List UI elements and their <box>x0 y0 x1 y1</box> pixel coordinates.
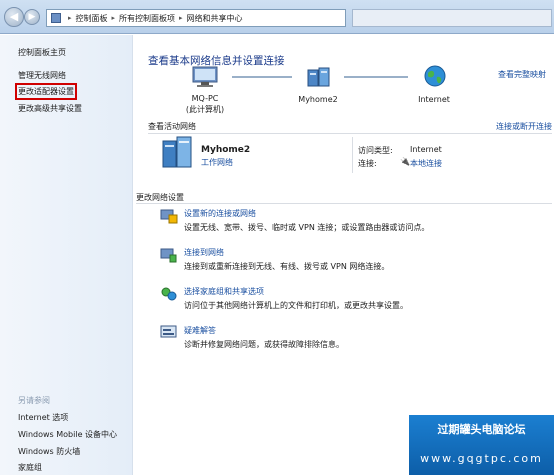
breadcrumb-separator: ▸ <box>68 14 72 22</box>
network-icon <box>307 67 330 87</box>
internet-node-label: Internet <box>418 95 450 104</box>
task-title[interactable]: 设置新的连接或网络 <box>184 208 256 219</box>
task-title[interactable]: 选择家庭组和共享选项 <box>184 286 264 297</box>
task-description: 访问位于其他网络计算机上的文件和打印机，或更改共享设置。 <box>184 301 408 310</box>
task-description: 诊断并修复网络问题，或获得故障排除信息。 <box>184 340 344 349</box>
breadcrumb-network-center[interactable]: 网络和共享中心 <box>187 13 243 24</box>
computer-subtitle: (此计算机) <box>185 105 225 114</box>
internet-globe-icon <box>424 65 446 87</box>
active-networks-title: 查看活动网络 <box>148 122 196 131</box>
network-node-label: Myhome2 <box>298 95 338 104</box>
watermark-url: www.gqgtpc.com <box>420 452 543 465</box>
sidebar-item-home[interactable]: 控制面板主页 <box>18 47 66 58</box>
forward-button[interactable]: ▶ <box>24 9 40 25</box>
watermark-title: 过期罐头电脑论坛 <box>437 423 526 436</box>
homegroup-icon <box>161 287 177 301</box>
search-box[interactable] <box>352 9 552 27</box>
full-map-link[interactable]: 查看完整映射 <box>498 69 546 80</box>
divider <box>148 133 552 134</box>
task-description: 连接到或重新连接到无线、有线、拨号或 VPN 网络连接。 <box>184 262 390 271</box>
new-connection-icon <box>160 209 178 224</box>
see-also-internet-options[interactable]: Internet 选项 <box>18 412 68 423</box>
access-type-label: 访问类型: <box>358 146 393 155</box>
connection-label: 连接: <box>358 159 377 168</box>
task-title[interactable]: 疑难解答 <box>184 325 216 336</box>
see-also-heading: 另请参阅 <box>18 396 50 405</box>
network-location-icon <box>162 136 192 168</box>
title-bar: ◀ ▶ ▸ 控制面板 ▸ 所有控制面板项 ▸ 网络和共享中心 <box>0 0 554 34</box>
change-settings-title: 更改网络设置 <box>136 193 184 202</box>
network-type-link[interactable]: 工作网络 <box>201 157 233 168</box>
sidebar: 控制面板主页 管理无线网络 更改适配器设置 更改高级共享设置 另请参阅 Inte… <box>0 35 133 475</box>
connect-network-icon <box>160 248 177 263</box>
access-type-value: Internet <box>410 145 442 154</box>
computer-name: MQ-PC <box>191 94 219 103</box>
see-also-windows-mobile[interactable]: Windows Mobile 设备中心 <box>18 429 117 440</box>
breadcrumb-control-panel[interactable]: 控制面板 <box>76 13 108 24</box>
divider <box>136 203 552 204</box>
connect-disconnect-link[interactable]: 连接或断开连接 <box>496 121 552 132</box>
active-network-name: Myhome2 <box>201 145 251 155</box>
address-bar[interactable]: ▸ 控制面板 ▸ 所有控制面板项 ▸ 网络和共享中心 <box>46 9 346 27</box>
see-also-firewall[interactable]: Windows 防火墙 <box>18 446 80 457</box>
forum-watermark: 过期罐头电脑论坛 www.gqgtpc.com <box>409 415 554 475</box>
back-button[interactable]: ◀ <box>4 7 24 27</box>
sidebar-item-change-adapter[interactable]: 更改适配器设置 <box>15 83 77 100</box>
main-content: 查看基本网络信息并设置连接 查看完整映射 MQ-PC (此计算机) Myhome… <box>134 35 554 475</box>
sidebar-item-manage-wireless[interactable]: 管理无线网络 <box>18 70 66 81</box>
connection-line <box>232 76 292 78</box>
breadcrumb-separator: ▸ <box>111 14 116 22</box>
troubleshoot-icon <box>160 325 177 338</box>
breadcrumb-all-items[interactable]: 所有控制面板项 <box>119 13 175 24</box>
plug-icon: 🔌 <box>400 157 410 166</box>
computer-icon <box>192 66 218 87</box>
task-title[interactable]: 连接到网络 <box>184 247 224 258</box>
local-connection-link[interactable]: 本地连接 <box>410 158 442 169</box>
control-panel-icon <box>51 13 61 23</box>
task-description: 设置无线、宽带、拨号、临时或 VPN 连接；或设置路由器或访问点。 <box>184 223 430 232</box>
vertical-divider <box>352 137 353 173</box>
sidebar-item-advanced-sharing[interactable]: 更改高级共享设置 <box>18 103 82 114</box>
see-also-homegroup[interactable]: 家庭组 <box>18 462 42 473</box>
breadcrumb-separator: ▸ <box>179 14 183 22</box>
connection-line <box>344 76 408 78</box>
